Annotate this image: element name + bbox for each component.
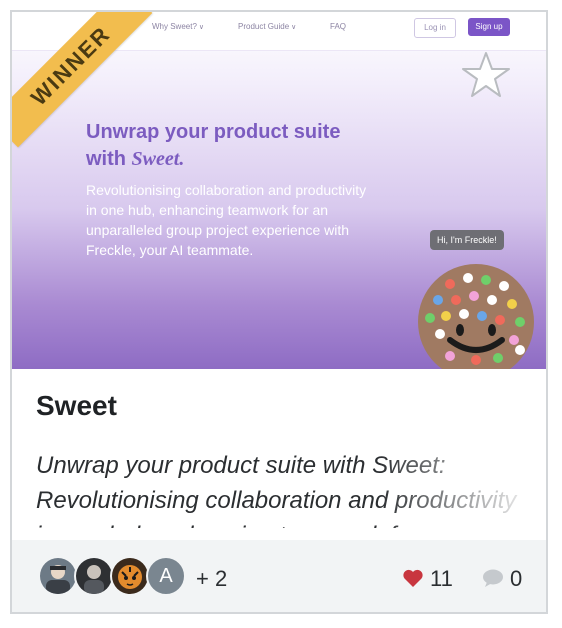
login-button: Log in: [414, 18, 456, 38]
avatar[interactable]: [74, 556, 114, 596]
person-photo-icon: [76, 558, 112, 594]
avatar[interactable]: A: [146, 556, 186, 596]
avatar[interactable]: [110, 556, 150, 596]
brand-name: Sweet.: [131, 148, 185, 170]
more-voters-count[interactable]: + 2: [196, 566, 227, 592]
comments-counter[interactable]: 0: [482, 566, 522, 592]
nav-faq: FAQ: [330, 22, 347, 31]
nav-product-guide: Product Guide ∨: [238, 22, 297, 31]
product-description: Unwrap your product suite with Sweet: Re…: [36, 448, 526, 528]
freckle-mascot-icon: [418, 264, 534, 369]
nav-why-sweet: Why Sweet? ∨: [152, 22, 205, 31]
heart-icon: [403, 569, 423, 587]
product-title[interactable]: Sweet: [36, 390, 117, 422]
chevron-down-icon: ∨: [198, 24, 205, 31]
hero-subtext: Revolutionising collaboration and produc…: [86, 182, 367, 258]
likes-counter[interactable]: 11: [402, 566, 453, 592]
card-footer: A + 2 11 0: [12, 540, 546, 612]
product-card[interactable]: Why Sweet? ∨ Product Guide ∨ FAQ Log in Si…: [10, 10, 548, 614]
chevron-down-icon: ∨: [291, 24, 297, 31]
avatar[interactable]: [38, 556, 78, 596]
signup-button: Sign up: [468, 18, 510, 36]
favorite-star-icon[interactable]: [460, 50, 512, 102]
hero-headline: Unwrap your product suite with Sweet.: [86, 121, 341, 170]
person-photo-icon: [40, 558, 76, 594]
mascot-chat-bubble: Hi, I'm Freckle!: [430, 230, 504, 250]
tiger-photo-icon: [112, 558, 148, 594]
comment-bubble-icon: [483, 569, 503, 587]
